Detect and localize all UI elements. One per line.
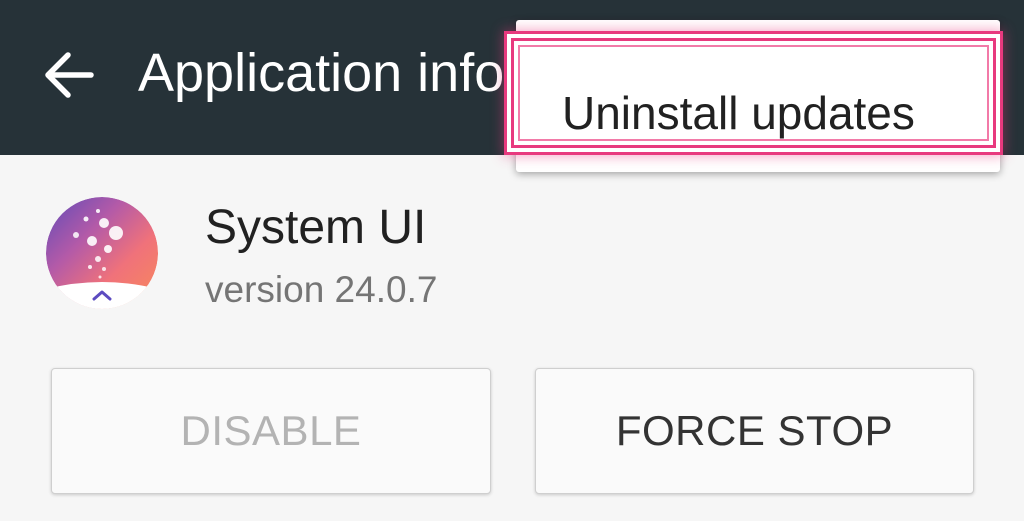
page-title: Application info xyxy=(138,43,505,103)
menu-item-label: Uninstall updates xyxy=(562,87,915,139)
disable-button[interactable]: DISABLE xyxy=(51,368,491,494)
arrow-back-icon xyxy=(45,52,94,98)
menu-item-uninstall-updates[interactable]: Uninstall updates xyxy=(511,38,1000,150)
overflow-menu: Uninstall updates xyxy=(511,20,1000,172)
force-stop-button[interactable]: FORCE STOP xyxy=(535,368,974,494)
app-name: System UI xyxy=(205,201,427,254)
app-info-screen: Application info Uninstall updates Syste… xyxy=(0,0,1024,521)
app-version: version 24.0.7 xyxy=(205,269,438,310)
system-ui-app-icon xyxy=(46,197,158,309)
back-button[interactable] xyxy=(28,34,110,116)
